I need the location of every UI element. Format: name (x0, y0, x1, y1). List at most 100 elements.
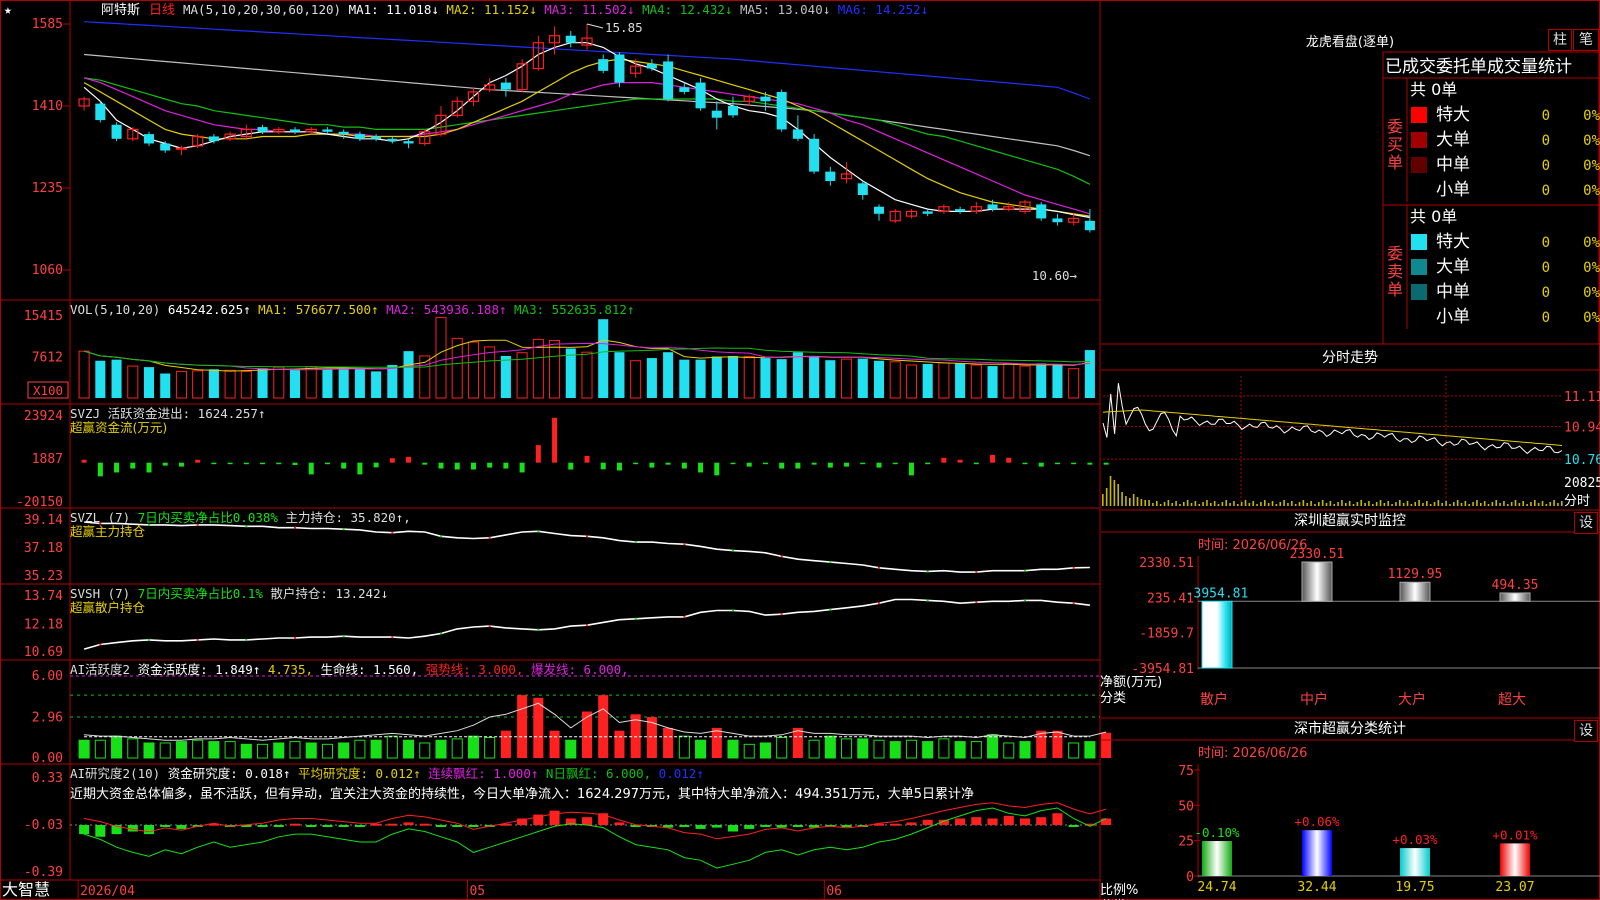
trading-chart-canvas[interactable]: 1585 1410 1235 1060 ★ 阿特斯 日线 MA(5,10,20,30,60,1… (0, 0, 1600, 900)
volume-bar (1052, 363, 1063, 398)
intraday-vol-bar (1306, 503, 1309, 506)
candle[interactable] (614, 54, 625, 83)
intraday-vol-bar (1345, 503, 1347, 506)
intraday-vol-bar (1426, 501, 1428, 506)
candle[interactable] (387, 138, 398, 142)
research-bar (581, 817, 593, 825)
candle[interactable] (500, 82, 511, 90)
intraday-vol-bar (1429, 504, 1432, 506)
buy-row-qty: 0 (1542, 183, 1550, 199)
ai1-header-part-4: 强势线: 3.000, (418, 662, 523, 677)
classify-settings-button[interactable]: 设 (1574, 720, 1598, 742)
buy-side-label: 单 (1387, 153, 1403, 172)
svzl-dot (829, 561, 832, 564)
buy-row-qty: 0 (1542, 158, 1550, 174)
research-bar (695, 825, 706, 829)
volume-bar (78, 350, 90, 399)
candle[interactable] (873, 206, 885, 214)
classify-value-label: 24.74 (1197, 880, 1236, 895)
candle[interactable] (825, 171, 836, 181)
candle[interactable] (711, 110, 722, 118)
money-flow-bar (341, 462, 347, 469)
money-flow-bar (162, 462, 168, 466)
intraday-vol-bar (1514, 500, 1517, 506)
intraday-vol-bar (1356, 502, 1359, 506)
research-bar (176, 825, 187, 829)
candle[interactable] (1036, 204, 1047, 219)
intraday-vol-bar (1483, 501, 1486, 506)
column-view-button[interactable]: 柱 (1548, 29, 1572, 51)
candle[interactable] (338, 131, 349, 135)
candle[interactable] (857, 183, 868, 196)
intraday-vol-bar (1445, 501, 1447, 506)
candle[interactable] (160, 143, 171, 151)
money-flow-bar (178, 462, 184, 467)
mf-axis-label: -20150 (16, 495, 63, 510)
candle[interactable] (257, 127, 268, 132)
stroke-view-button[interactable]: 笔 (1573, 29, 1599, 51)
candle[interactable] (760, 96, 771, 102)
candle[interactable] (695, 82, 706, 109)
classify-change-label: -0.10% (1194, 825, 1240, 840)
monitor-settings-button[interactable]: 设 (1574, 512, 1598, 534)
candle[interactable] (371, 136, 382, 139)
candle[interactable] (598, 59, 609, 71)
activity-bar (500, 730, 511, 758)
intraday-vol-bar (1240, 502, 1243, 506)
classify-change-label: +0.06% (1294, 814, 1340, 829)
money-flow-bar (324, 462, 330, 465)
svzl-dot (1072, 566, 1075, 569)
candle[interactable] (289, 129, 301, 132)
intraday-vol-bar (1499, 503, 1501, 506)
candle[interactable] (922, 211, 933, 214)
candle[interactable] (646, 63, 657, 69)
candle[interactable] (208, 136, 219, 142)
candle[interactable] (1084, 220, 1095, 231)
activity-bar (451, 738, 463, 759)
monitor-value-label: 1129.95 (1388, 567, 1443, 582)
activity-bar (678, 735, 690, 759)
intraday-vol-bar (1233, 501, 1235, 506)
candle[interactable] (809, 138, 820, 172)
svsh-axis-label: 12.18 (24, 618, 63, 633)
candle[interactable] (663, 61, 674, 99)
candle[interactable] (955, 209, 966, 212)
candle[interactable] (987, 204, 998, 210)
mf-axis-label: 1887 (32, 452, 63, 467)
candle[interactable] (1052, 218, 1063, 223)
classify-value-label: 19.75 (1395, 880, 1434, 895)
activity-bar (873, 739, 885, 759)
candle[interactable] (175, 147, 188, 150)
volume-bar (354, 368, 365, 398)
money-flow-bar (422, 462, 428, 465)
money-flow-bar (308, 462, 314, 475)
intraday-vol-bar (1318, 502, 1320, 506)
stock-name: 阿特斯 (101, 3, 140, 18)
buy-row-qty: 0 (1542, 108, 1550, 124)
buy-row-name: 中单 (1436, 155, 1470, 175)
monitor-bar (1399, 581, 1431, 602)
candle[interactable] (354, 134, 365, 139)
candle[interactable] (679, 87, 690, 92)
volume-bar (695, 359, 706, 398)
candle[interactable] (403, 141, 414, 144)
activity-bar (743, 743, 755, 759)
candle[interactable] (565, 35, 576, 43)
candle[interactable] (792, 129, 803, 139)
date-axis-label: 05 (469, 884, 485, 899)
candle[interactable] (727, 106, 739, 116)
intraday-vol-bar (1105, 488, 1108, 506)
candle[interactable] (143, 134, 155, 144)
activity-bar (581, 711, 593, 758)
intraday-vol-bar (1183, 502, 1185, 506)
candle[interactable] (776, 91, 787, 130)
classify-axis-label: 0 (1186, 870, 1194, 885)
classify-axis-label: 25 (1178, 835, 1194, 850)
period-label: 日线 (149, 3, 175, 18)
monitor-bar (1499, 592, 1531, 602)
candle[interactable] (322, 129, 333, 132)
volume-bar (387, 364, 398, 398)
candle[interactable] (95, 103, 106, 121)
candle[interactable] (111, 124, 122, 139)
intraday-vol-bar (1522, 501, 1525, 506)
